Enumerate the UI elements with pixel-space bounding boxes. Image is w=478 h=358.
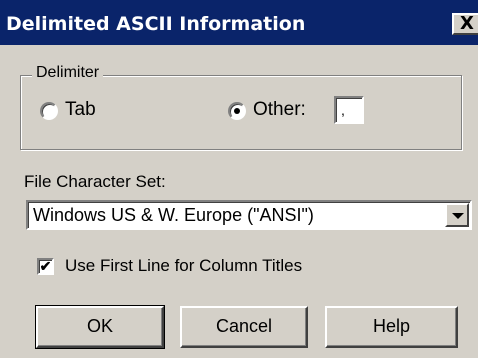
chevron-down-icon[interactable]: [445, 203, 469, 227]
other-radio-label[interactable]: Other:: [253, 99, 306, 121]
charset-selected-value: Windows US & W. Europe ("ANSI"): [33, 205, 314, 225]
other-radio[interactable]: [228, 102, 246, 120]
tab-radio[interactable]: [40, 102, 58, 120]
charset-select[interactable]: Windows US & W. Europe ("ANSI"): [26, 200, 472, 230]
title-bar: Delimited ASCII Information X: [0, 0, 478, 45]
help-button[interactable]: Help: [325, 306, 458, 348]
checkmark-icon: ✔: [39, 258, 52, 274]
radio-selected-dot: [234, 108, 240, 114]
other-delimiter-input[interactable]: ,: [334, 96, 364, 124]
cancel-button[interactable]: Cancel: [180, 306, 308, 348]
window-title: Delimited ASCII Information: [6, 13, 306, 35]
ok-button[interactable]: OK: [35, 305, 165, 349]
first-line-checkbox[interactable]: ✔: [37, 258, 54, 275]
delimiter-group-label: Delimiter: [32, 64, 104, 82]
charset-label: File Character Set:: [24, 172, 166, 191]
tab-radio-label[interactable]: Tab: [65, 99, 96, 121]
close-button[interactable]: X: [452, 13, 478, 35]
close-icon: X: [460, 13, 474, 34]
first-line-label[interactable]: Use First Line for Column Titles: [65, 256, 302, 276]
